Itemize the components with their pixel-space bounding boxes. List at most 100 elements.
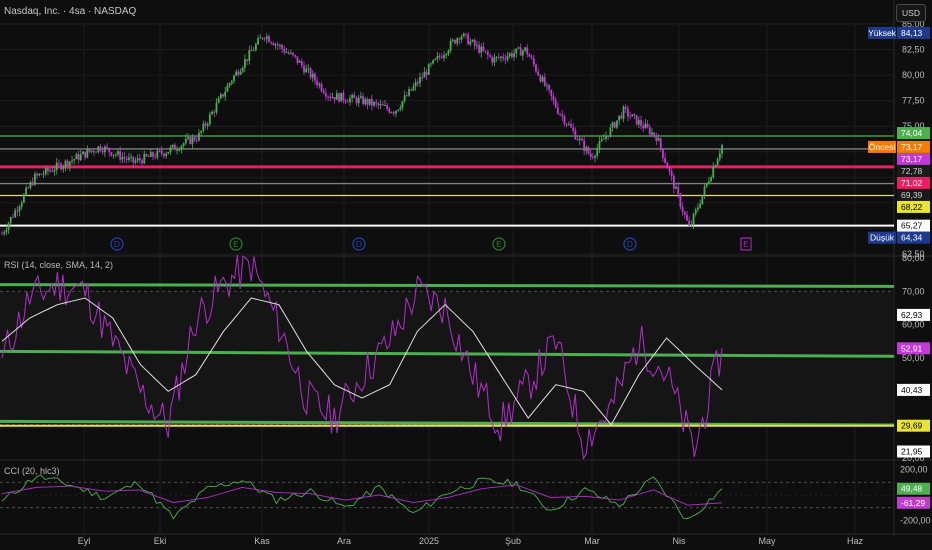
- candle-body[interactable]: [690, 224, 693, 226]
- candle-body[interactable]: [268, 36, 270, 43]
- candle-body[interactable]: [364, 98, 367, 104]
- candle-body[interactable]: [296, 56, 299, 63]
- candle-body[interactable]: [22, 194, 25, 203]
- candle-body[interactable]: [388, 108, 391, 113]
- candle-body[interactable]: [395, 110, 397, 114]
- candle-body[interactable]: [460, 36, 463, 40]
- candle-body[interactable]: [480, 46, 483, 53]
- candle-body[interactable]: [692, 213, 695, 225]
- candle-body[interactable]: [408, 89, 410, 96]
- candle-body[interactable]: [82, 151, 84, 155]
- candle-body[interactable]: [119, 151, 122, 160]
- candle-body[interactable]: [539, 75, 542, 82]
- candle-body[interactable]: [237, 71, 240, 75]
- candle-body[interactable]: [322, 90, 325, 94]
- candle-body[interactable]: [42, 173, 45, 175]
- candle-body[interactable]: [390, 112, 393, 114]
- candle-body[interactable]: [158, 150, 161, 152]
- candle-body[interactable]: [283, 48, 286, 53]
- candle-body[interactable]: [160, 150, 163, 154]
- candle-body[interactable]: [25, 187, 27, 195]
- candle-body[interactable]: [49, 170, 52, 172]
- candle-body[interactable]: [281, 45, 284, 49]
- candle-body[interactable]: [75, 154, 78, 160]
- candle-body[interactable]: [239, 71, 242, 75]
- candle-body[interactable]: [585, 147, 588, 151]
- candle-body[interactable]: [475, 44, 478, 46]
- candle-body[interactable]: [447, 50, 450, 55]
- candle-body[interactable]: [3, 232, 6, 234]
- candle-body[interactable]: [556, 107, 559, 114]
- candle-body[interactable]: [602, 138, 605, 140]
- candle-body[interactable]: [403, 95, 406, 102]
- candle-body[interactable]: [123, 157, 126, 159]
- candle-body[interactable]: [226, 85, 229, 92]
- candle-body[interactable]: [99, 146, 102, 151]
- candle-body[interactable]: [101, 150, 104, 153]
- candle-body[interactable]: [489, 55, 491, 57]
- candle-body[interactable]: [357, 97, 360, 104]
- candle-body[interactable]: [320, 83, 323, 91]
- candle-body[interactable]: [572, 127, 575, 131]
- candle-body[interactable]: [521, 50, 524, 56]
- candle-body[interactable]: [362, 96, 364, 104]
- candle-body[interactable]: [55, 162, 58, 171]
- candle-body[interactable]: [309, 68, 312, 78]
- candle-body[interactable]: [589, 153, 592, 158]
- candle-body[interactable]: [714, 165, 717, 168]
- candle-body[interactable]: [427, 64, 430, 75]
- candle-body[interactable]: [53, 170, 56, 172]
- candle-body[interactable]: [497, 56, 500, 58]
- candle-body[interactable]: [633, 114, 636, 116]
- candle-body[interactable]: [128, 157, 130, 160]
- candle-body[interactable]: [241, 67, 244, 72]
- candle-body[interactable]: [335, 93, 338, 100]
- candle-body[interactable]: [478, 44, 480, 53]
- candle-body[interactable]: [519, 47, 522, 56]
- candle-body[interactable]: [77, 154, 80, 160]
- candle-body[interactable]: [594, 155, 596, 158]
- candle-body[interactable]: [303, 65, 305, 73]
- candle-body[interactable]: [180, 145, 183, 150]
- candle-body[interactable]: [5, 229, 8, 233]
- candle-body[interactable]: [451, 39, 454, 41]
- candle-body[interactable]: [198, 132, 200, 141]
- candle-body[interactable]: [276, 44, 279, 46]
- candle-body[interactable]: [672, 176, 675, 189]
- candle-body[interactable]: [626, 108, 629, 117]
- candle-body[interactable]: [112, 154, 115, 156]
- candle-body[interactable]: [64, 160, 67, 167]
- candle-body[interactable]: [289, 52, 292, 54]
- candle-body[interactable]: [121, 157, 124, 160]
- candle-body[interactable]: [423, 71, 426, 78]
- candle-body[interactable]: [346, 101, 349, 103]
- candle-body[interactable]: [405, 95, 408, 97]
- candle-body[interactable]: [716, 158, 719, 166]
- candle-body[interactable]: [644, 123, 647, 129]
- candle-body[interactable]: [710, 177, 712, 182]
- candle-body[interactable]: [252, 50, 255, 52]
- candle-body[interactable]: [495, 56, 498, 58]
- candle-body[interactable]: [292, 52, 294, 55]
- candle-body[interactable]: [701, 195, 704, 205]
- candle-body[interactable]: [583, 140, 586, 151]
- candle-body[interactable]: [410, 89, 413, 91]
- cci-line[interactable]: [1, 474, 723, 520]
- candle-body[interactable]: [224, 91, 227, 97]
- candle-body[interactable]: [187, 137, 189, 139]
- candle-body[interactable]: [611, 122, 614, 128]
- candle-body[interactable]: [399, 107, 402, 110]
- candle-body[interactable]: [462, 33, 465, 37]
- candle-body[interactable]: [163, 153, 165, 157]
- candle-body[interactable]: [71, 160, 73, 162]
- candle-body[interactable]: [482, 46, 485, 51]
- candle-body[interactable]: [449, 40, 452, 51]
- candle-body[interactable]: [235, 71, 238, 76]
- candle-body[interactable]: [484, 50, 487, 52]
- candle-body[interactable]: [703, 186, 706, 196]
- candle-body[interactable]: [300, 61, 303, 66]
- candle-body[interactable]: [38, 173, 41, 176]
- candle-body[interactable]: [554, 100, 557, 108]
- candle-body[interactable]: [416, 82, 419, 84]
- candle-body[interactable]: [213, 111, 216, 113]
